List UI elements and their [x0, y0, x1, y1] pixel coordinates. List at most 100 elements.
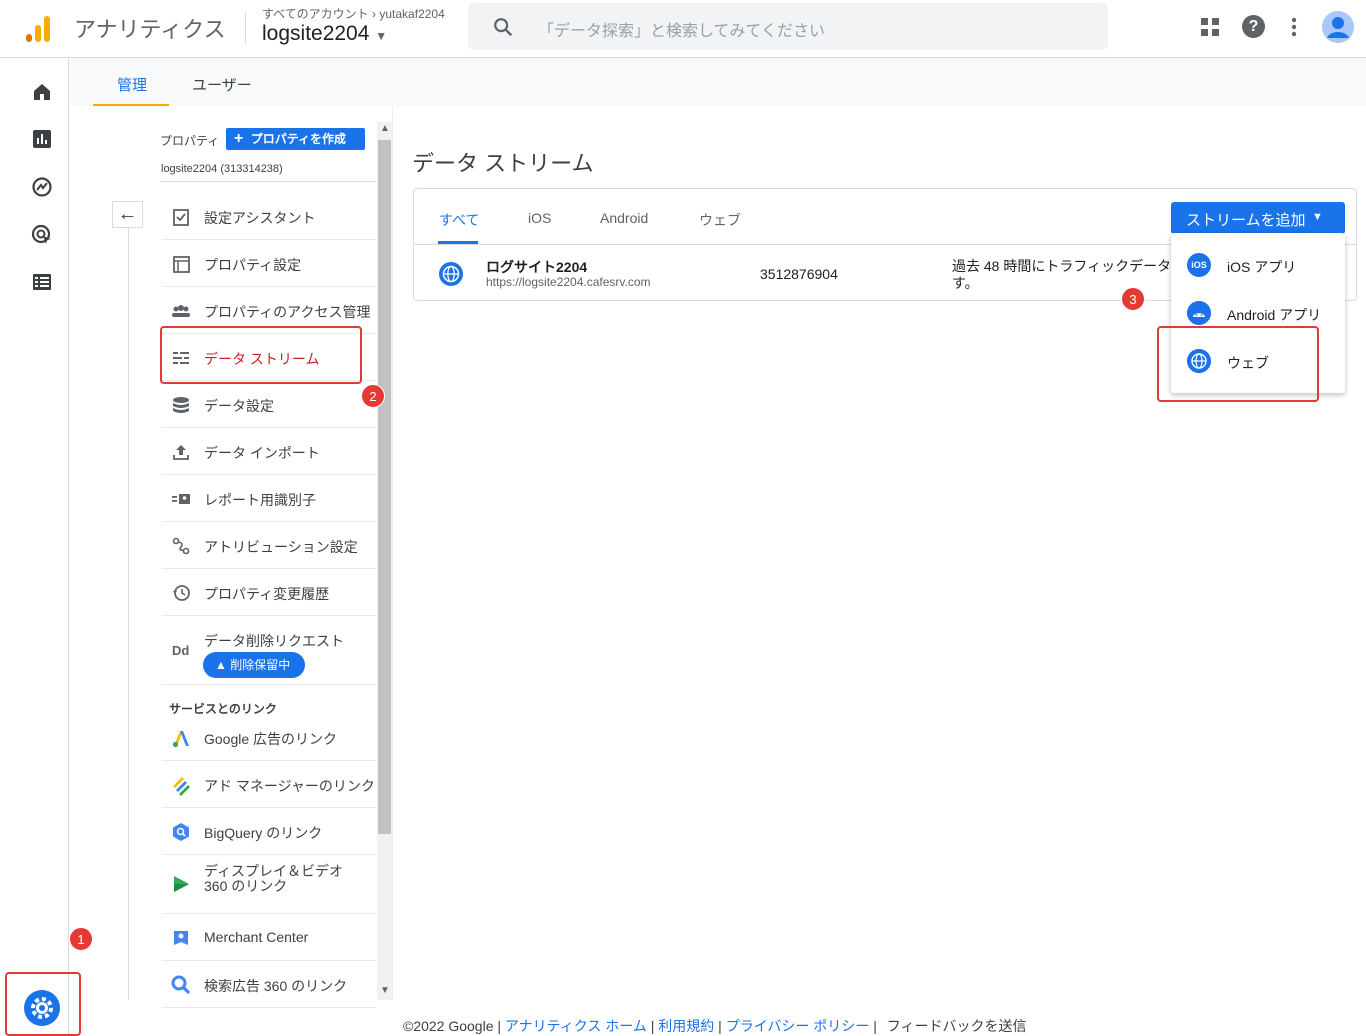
- nav-item-label: データ設定: [204, 398, 274, 414]
- search-bar[interactable]: 「データ探索」と検索してみてください: [468, 3, 1108, 50]
- apps-grid-icon[interactable]: [1198, 15, 1222, 39]
- breadcrumb-account[interactable]: yutakaf2204: [379, 7, 444, 21]
- annotation-marker-3: 3: [1121, 287, 1145, 311]
- footer-feedback[interactable]: フィードバックを送信: [887, 1018, 1027, 1034]
- bigquery-icon: [173, 823, 189, 841]
- ad-manager-icon: [173, 777, 190, 796]
- add-stream-label: ストリームを追加: [1186, 212, 1306, 229]
- ios-icon: iOS: [1187, 253, 1211, 277]
- android-icon: [1187, 301, 1211, 325]
- avatar[interactable]: [1322, 11, 1354, 43]
- nav-item[interactable]: データ インポート: [162, 428, 376, 475]
- analytics-logo[interactable]: [26, 14, 56, 42]
- admin-tab-bar: 管理 ユーザー: [69, 58, 1366, 106]
- nav-item[interactable]: 設定アシスタント: [162, 193, 376, 240]
- stream-status-line1: 過去 48 時間にトラフィックデータ: [952, 258, 1172, 274]
- breadcrumb[interactable]: すべてのアカウント › yutakaf2204: [262, 5, 445, 22]
- annotation-marker-1: 1: [69, 927, 93, 951]
- stream-name: ログサイト2204: [486, 259, 588, 275]
- property-label: プロパティ: [160, 134, 220, 148]
- footer-link-privacy[interactable]: プライバシー ポリシー: [726, 1018, 870, 1034]
- nav-vertical-line: [128, 228, 129, 1000]
- menu-item-ios-app[interactable]: iOS iOS アプリ: [1171, 241, 1345, 289]
- search-placeholder: 「データ探索」と検索してみてください: [538, 23, 826, 40]
- search-icon: [494, 18, 513, 37]
- more-vert-icon[interactable]: [1282, 15, 1306, 39]
- scroll-down-icon[interactable]: ▼: [380, 985, 390, 996]
- nav-item-label: プロパティ変更履歴: [204, 586, 330, 602]
- link-item[interactable]: Google 広告のリンク: [162, 714, 376, 761]
- nav-item[interactable]: レポート用識別子: [162, 475, 376, 522]
- search-ads-icon: [171, 975, 191, 995]
- link-item[interactable]: Merchant Center: [162, 914, 376, 961]
- link-item[interactable]: アド マネージャーのリンク: [162, 761, 376, 808]
- property-selector[interactable]: logsite2204 ▼: [262, 22, 387, 46]
- globe-icon: [439, 262, 463, 286]
- tab-admin[interactable]: 管理: [117, 74, 147, 95]
- back-arrow-icon[interactable]: ←: [112, 201, 143, 228]
- nav-item-label: プロパティ設定: [204, 257, 302, 273]
- scroll-up-icon[interactable]: ▲: [380, 123, 390, 134]
- property-divider: [160, 181, 376, 182]
- home-icon[interactable]: [30, 80, 54, 104]
- create-property-button[interactable]: + プロパティを作成: [226, 128, 365, 150]
- property-id-text: logsite2204 (313314238): [161, 163, 283, 175]
- deletion-pending-badge: ▲ 削除保留中: [203, 652, 305, 678]
- link-item[interactable]: 検索広告 360 のリンク: [162, 961, 376, 1008]
- advertising-icon[interactable]: [30, 223, 54, 247]
- plus-icon: +: [234, 130, 244, 147]
- nav-item-data-deletion[interactable]: Dd データ削除リクエスト ▲ 削除保留中: [162, 617, 376, 685]
- nav-item-label: アトリビューション設定: [204, 539, 358, 555]
- nav-item-label: プロパティのアクセス管理: [204, 304, 371, 320]
- breadcrumb-root[interactable]: すべてのアカウント: [262, 7, 369, 21]
- history-icon: [173, 585, 190, 601]
- nav-item-label: データ インポート: [204, 445, 320, 461]
- stream-tab-web[interactable]: ウェブ: [699, 210, 741, 230]
- caret-down-icon: ▼: [1312, 211, 1323, 223]
- link-item-label: Merchant Center: [204, 929, 309, 945]
- link-item[interactable]: ディスプレイ＆ビデオ 360 のリンク: [162, 855, 376, 914]
- nav-scrollbar[interactable]: ▲ ▼: [377, 122, 392, 1000]
- add-stream-button[interactable]: ストリームを追加 ▼: [1171, 202, 1345, 234]
- annotation-box-data-stream: [160, 326, 362, 384]
- property-name: logsite2204: [262, 22, 370, 45]
- upload-icon: [173, 445, 189, 460]
- footer: ©2022 Google | アナリティクス ホーム | 利用規約 | プライバ…: [403, 1018, 1027, 1034]
- stream-tab-all[interactable]: すべて: [439, 210, 479, 230]
- data-deletion-label: データ削除リクエスト: [204, 633, 344, 649]
- people-icon: [172, 305, 190, 317]
- caret-down-icon: ▼: [375, 29, 388, 43]
- link-item-label: Google 広告のリンク: [204, 731, 338, 747]
- warning-icon: ▲: [215, 658, 227, 672]
- stream-tab-ios[interactable]: iOS: [528, 210, 551, 226]
- page-title: データ ストリーム: [412, 151, 594, 176]
- nav-item[interactable]: アトリビューション設定: [162, 522, 376, 569]
- stream-tab-android[interactable]: Android: [600, 210, 648, 226]
- nav-item-label: 設定アシスタント: [204, 210, 316, 226]
- merchant-center-icon: [174, 931, 188, 945]
- footer-link-terms[interactable]: 利用規約: [658, 1018, 714, 1034]
- footer-link-home[interactable]: アナリティクス ホーム: [505, 1018, 647, 1034]
- annotation-box-web: [1157, 326, 1319, 402]
- tab-users[interactable]: ユーザー: [192, 74, 252, 95]
- google-ads-icon: [172, 731, 189, 748]
- left-rail: [20, 58, 69, 1036]
- link-item-label: ディスプレイ＆ビデオ 360 のリンク: [204, 863, 344, 894]
- header-divider: [245, 12, 246, 44]
- scrollbar-thumb[interactable]: [378, 140, 391, 834]
- nav-item[interactable]: データ設定: [162, 381, 376, 428]
- help-icon[interactable]: ?: [1242, 15, 1265, 38]
- link-item-label: BigQuery のリンク: [204, 825, 323, 841]
- annotation-box-admin: [5, 972, 81, 1036]
- stream-url: https://logsite2204.cafesrv.com: [486, 275, 651, 289]
- stream-status-line2: す。: [952, 275, 979, 291]
- database-icon: [173, 397, 189, 413]
- link-item[interactable]: BigQuery のリンク: [162, 808, 376, 855]
- reports-icon[interactable]: [30, 127, 54, 151]
- nav-item[interactable]: プロパティ設定: [162, 240, 376, 287]
- nav-item[interactable]: プロパティ変更履歴: [162, 569, 376, 616]
- configure-list-icon[interactable]: [30, 270, 54, 294]
- identifier-icon: [172, 494, 190, 504]
- footer-copyright: ©2022 Google: [403, 1018, 494, 1034]
- explore-icon[interactable]: [30, 175, 54, 199]
